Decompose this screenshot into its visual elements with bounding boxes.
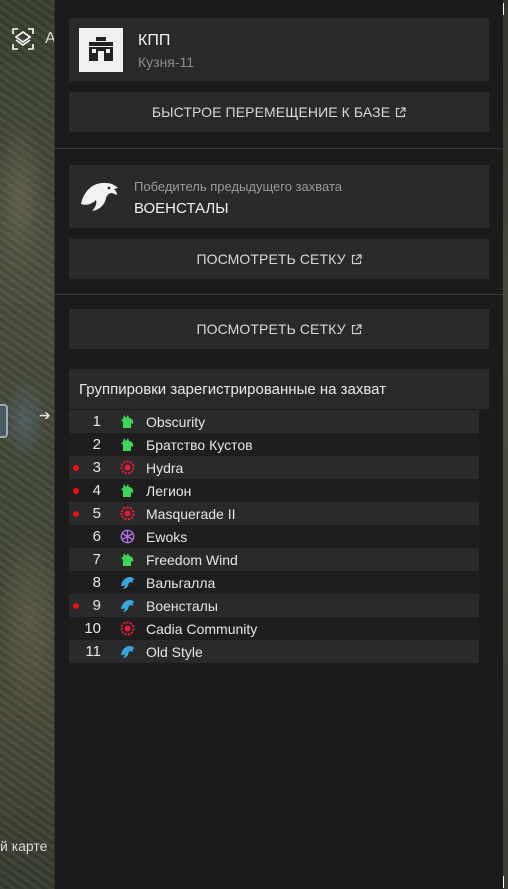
group-rank: 11 — [85, 643, 101, 660]
group-name: Freedom Wind — [146, 551, 238, 568]
kpp-title: КПП — [138, 32, 171, 49]
external-link-icon — [396, 106, 406, 117]
view-grid-button-2[interactable]: ПОСМОТРЕТЬ СЕТКУ — [69, 309, 489, 349]
group-name: Братство Кустов — [146, 436, 253, 453]
previous-winner-label: Победитель предыдущего захвата — [134, 179, 342, 194]
eagle-icon — [81, 182, 118, 211]
group-row[interactable]: 10 Cadia Community — [69, 617, 479, 640]
view-grid-label: ПОСМОТРЕТЬ СЕТКУ — [196, 321, 346, 337]
group-rank: 6 — [92, 528, 101, 545]
group-row[interactable]: 5 Masquerade II — [69, 502, 479, 525]
map-bottom-label: й карте — [0, 838, 48, 854]
divider — [55, 294, 503, 295]
group-row[interactable]: 8 Вальгалла — [69, 571, 479, 594]
registered-groups-title: Группировки зарегистрированные на захват — [69, 369, 489, 409]
fortress-icon — [79, 28, 123, 72]
purple-snowflake-icon — [120, 529, 135, 544]
blue-eagle-icon — [120, 644, 135, 659]
group-rank: 9 — [92, 597, 101, 614]
group-row[interactable]: 7 Freedom Wind — [69, 548, 479, 571]
group-rank: 3 — [92, 459, 101, 476]
green-wolf-icon — [120, 437, 135, 452]
red-gear-icon — [120, 506, 135, 521]
group-row[interactable]: 11 Old Style — [69, 640, 479, 663]
fast-travel-label: БЫСТРОЕ ПЕРЕМЕЩЕНИЕ К БАЗЕ — [151, 104, 391, 120]
arrow-right-icon: ➔ — [39, 407, 51, 423]
map-marker[interactable] — [0, 404, 8, 438]
group-row[interactable]: 9 Военсталы — [69, 594, 479, 617]
view-grid-label: ПОСМОТРЕТЬ СЕТКУ — [196, 251, 346, 267]
green-wolf-icon — [120, 414, 135, 429]
view-grid-button-1[interactable]: ПОСМОТРЕТЬ СЕТКУ — [69, 239, 489, 279]
previous-winner-name: ВОЕНСТАЛЫ — [134, 200, 229, 217]
red-gear-icon — [120, 621, 135, 636]
group-row[interactable]: 1 Obscurity — [69, 410, 479, 433]
group-name: Old Style — [146, 643, 203, 660]
group-rank: 1 — [92, 413, 101, 430]
group-row[interactable]: 3 Hydra — [69, 456, 479, 479]
green-wolf-icon — [120, 483, 135, 498]
group-name: Ewoks — [146, 528, 188, 545]
green-wolf-icon — [120, 552, 135, 567]
previous-winner-card: Победитель предыдущего захвата ВОЕНСТАЛЫ — [69, 165, 489, 228]
capture-point-panel: КПП Кузня-11 БЫСТРОЕ ПЕРЕМЕЩЕНИЕ К БАЗЕ … — [54, 0, 503, 889]
group-name: Военсталы — [146, 597, 218, 614]
external-link-icon — [351, 323, 362, 334]
divider — [55, 148, 503, 149]
kpp-card: КПП Кузня-11 — [69, 18, 489, 81]
red-gear-icon — [120, 460, 135, 475]
group-rank: 8 — [92, 574, 101, 591]
group-name: Cadia Community — [146, 620, 258, 637]
group-row[interactable]: 4 Легион — [69, 479, 479, 502]
group-rank: 2 — [92, 436, 101, 453]
group-rank: 7 — [92, 551, 101, 568]
registered-groups-list: 1 Obscurity 2 Братство Кустов 3 Hydra 4 Легион 5… — [69, 410, 479, 663]
blue-eagle-icon — [120, 575, 135, 590]
group-rank: 5 — [92, 505, 101, 522]
group-name: Вальгалла — [146, 574, 216, 591]
group-name: Hydra — [146, 459, 184, 476]
map-layers-icon[interactable] — [11, 27, 35, 51]
group-row[interactable]: 6 Ewoks — [69, 525, 479, 548]
blue-eagle-icon — [120, 598, 135, 613]
group-rank: 4 — [92, 482, 101, 499]
group-name: Masquerade II — [146, 505, 236, 522]
group-name: Obscurity — [146, 413, 206, 430]
group-name: Легион — [146, 482, 192, 499]
group-rank: 10 — [84, 620, 101, 637]
fast-travel-button[interactable]: БЫСТРОЕ ПЕРЕМЕЩЕНИЕ К БАЗЕ — [69, 92, 489, 132]
external-link-icon — [351, 253, 362, 264]
group-row[interactable]: 2 Братство Кустов — [69, 433, 479, 456]
kpp-subtitle: Кузня-11 — [138, 54, 195, 70]
